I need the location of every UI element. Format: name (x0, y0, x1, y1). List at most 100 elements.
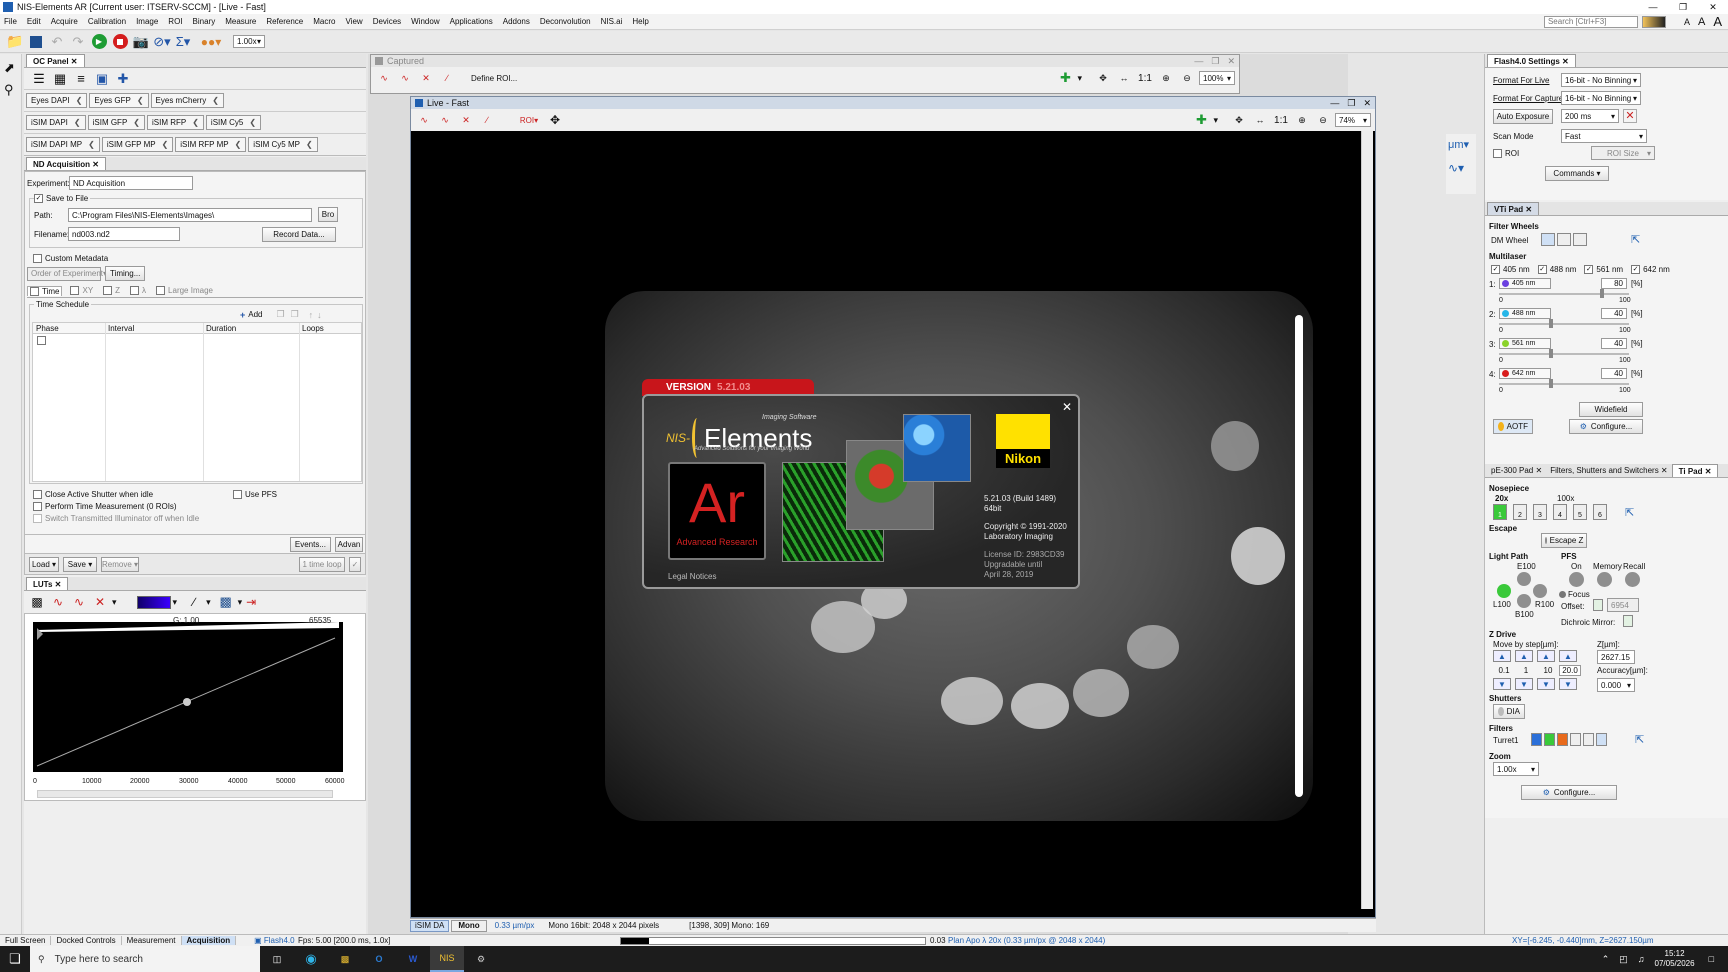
widefield-button[interactable]: Widefield (1579, 402, 1643, 417)
pin-icon[interactable]: ⇱ (1625, 506, 1634, 519)
layout-icon[interactable] (1641, 15, 1666, 28)
menu-image[interactable]: Image (136, 17, 158, 26)
play-live-icon[interactable]: ▶ (90, 33, 108, 51)
add-icon[interactable]: + (240, 310, 245, 320)
pin-icon[interactable]: ⇱ (1635, 733, 1644, 746)
dia-shutter-button[interactable]: DIA (1493, 704, 1525, 719)
column-header[interactable]: Phase (33, 324, 105, 333)
lut-graph-svg[interactable] (33, 614, 343, 800)
open-folder-icon[interactable]: 📁 (6, 33, 24, 51)
histogram-icon[interactable]: ∿▾ (1446, 155, 1476, 181)
dim-tab-checkbox[interactable] (130, 286, 140, 295)
font-small-icon[interactable]: A (1684, 17, 1690, 27)
roi-draw-icon[interactable]: ∿ (415, 111, 433, 129)
taskbar-search[interactable]: ⚲ Type here to search (30, 946, 260, 972)
zoom-tool-icon[interactable]: ⚲ (4, 82, 17, 98)
laser-checkbox[interactable]: ✓ (1491, 265, 1500, 274)
laser-slider-thumb[interactable] (1549, 349, 1553, 358)
oc-button-isim-rfp[interactable]: iSIM RFP ❮ (146, 115, 204, 130)
lut-color-swatch[interactable] (136, 595, 171, 609)
turret-pos-green[interactable] (1544, 733, 1555, 746)
add-to-document-icon[interactable]: ✚ (1192, 111, 1210, 129)
redo-icon[interactable]: ↷ (69, 33, 87, 51)
lut-reset-icon[interactable]: ✕ (91, 593, 109, 611)
lens-settings-icon[interactable]: ●●▾ (195, 33, 227, 51)
bottom-tab-acquisition[interactable]: Acquisition (181, 936, 237, 945)
browse-button[interactable]: Bro (318, 207, 338, 222)
format-capture-select[interactable]: 16-bit - No Binning ▾ (1561, 91, 1641, 105)
tab-luts[interactable]: LUTs ✕ (26, 577, 69, 590)
zoom-out-icon[interactable]: ⊖ (1178, 69, 1196, 87)
dim-tab-checkbox[interactable] (156, 286, 166, 295)
menu-devices[interactable]: Devices (373, 17, 401, 26)
file-explorer-icon[interactable]: ▩ (328, 954, 362, 965)
menu-reference[interactable]: Reference (266, 17, 303, 26)
dm-wheel-pos-2[interactable] (1557, 233, 1571, 246)
laser-toggle-button[interactable]: 405 nm (1499, 278, 1551, 289)
load-button[interactable]: Load ▾ (29, 556, 59, 572)
grid-view-icon[interactable]: ▦ (51, 70, 69, 88)
status-tab-isim[interactable]: iSIM DA (410, 919, 450, 932)
lp-b100-button[interactable] (1517, 594, 1531, 608)
roi-checkbox[interactable] (1493, 149, 1502, 158)
laser-power-field[interactable]: 40 (1601, 368, 1627, 379)
zoom-select[interactable]: 1.00x ▾ (1493, 762, 1539, 776)
roi-line-icon[interactable]: ∕ (478, 111, 496, 129)
laser-slider[interactable] (1499, 289, 1629, 298)
status-tab-mono[interactable]: Mono (451, 919, 487, 932)
escape-z-button[interactable]: Escape Z (1541, 533, 1587, 548)
laser-toggle-button[interactable]: 488 nm (1499, 308, 1551, 319)
word-icon[interactable]: W (396, 954, 430, 964)
move-up-icon[interactable]: ↑ (309, 310, 314, 320)
zoom-in-icon[interactable]: ⊕ (1293, 111, 1311, 129)
oc-button-isim-cy5[interactable]: iSIM Cy5 ❮ (205, 115, 262, 130)
menu-binary[interactable]: Binary (193, 17, 216, 26)
turret-pos-4[interactable] (1570, 733, 1581, 746)
dropdown-arrow-icon[interactable]: ▾ (206, 597, 211, 608)
save-menu-button[interactable]: Save ▾ (63, 556, 97, 572)
z-step-value[interactable]: 20.0 (1559, 665, 1581, 676)
captured-close[interactable]: ✕ (1227, 56, 1235, 67)
paste-icon[interactable]: ❐ (291, 309, 299, 320)
z-down-icon[interactable]: ▼ (1559, 678, 1577, 690)
laser-checkbox[interactable]: ✓ (1584, 265, 1594, 274)
tab-filters-shutters[interactable]: Filters, Shutters and Switchers ✕ (1546, 466, 1671, 475)
laser-slider-thumb[interactable] (1600, 289, 1604, 298)
dichroic-toggle-icon[interactable] (1623, 615, 1633, 627)
fit-width-icon[interactable]: ↔ (1251, 111, 1269, 129)
menu-window[interactable]: Window (411, 17, 439, 26)
auto-exposure-button[interactable]: Auto Exposure (1493, 109, 1553, 124)
dim-tab-item[interactable]: Z (101, 286, 122, 295)
tab-oc-panel[interactable]: OC Panel ✕ (26, 54, 85, 67)
nosepiece-slot-3[interactable]: 3 (1533, 504, 1547, 520)
lp-r100-button[interactable] (1533, 584, 1547, 598)
switch-illuminator-checkbox[interactable] (33, 514, 42, 523)
lut-line-icon[interactable]: ∕ (185, 593, 203, 611)
windows-start-icon[interactable]: ❏ (0, 951, 30, 967)
timing-button[interactable]: Timing... (105, 266, 146, 281)
menu-roi[interactable]: ROI (168, 17, 182, 26)
list-view-icon[interactable]: ☰ (30, 70, 48, 88)
network-icon[interactable]: ◰ (1619, 954, 1628, 965)
clock[interactable]: 15:12 07/05/2026 (1655, 949, 1695, 969)
menu-applications[interactable]: Applications (450, 17, 493, 26)
sort-icon[interactable]: ≡ (72, 70, 90, 88)
laser-slider[interactable] (1499, 349, 1629, 358)
tab-nd-acquisition[interactable]: ND Acquisition ✕ (26, 157, 106, 170)
roi-size-select[interactable]: ROI Size ▾ (1591, 146, 1655, 160)
about-close-icon[interactable]: ✕ (1062, 400, 1072, 414)
tab-ti-pad[interactable]: Ti Pad ✕ (1671, 464, 1719, 477)
menu-view[interactable]: View (346, 17, 363, 26)
laser-toggle-button[interactable]: 561 nm (1499, 338, 1551, 349)
menu-edit[interactable]: Edit (27, 17, 41, 26)
fit-icon[interactable]: ✥ (1094, 69, 1112, 87)
menu-addons[interactable]: Addons (503, 17, 530, 26)
save-icon[interactable] (27, 33, 45, 51)
offset-toggle-icon[interactable] (1593, 599, 1603, 611)
commands-button[interactable]: Commands ▾ (1545, 166, 1609, 181)
dropdown-arrow-icon[interactable]: ▾ (1077, 73, 1082, 84)
row-checkbox[interactable] (37, 335, 46, 345)
oc-button-eyes-mcherry[interactable]: Eyes mCherry ❮ (150, 93, 224, 108)
menu-macro[interactable]: Macro (313, 17, 335, 26)
time-measurement-checkbox[interactable] (33, 502, 42, 511)
